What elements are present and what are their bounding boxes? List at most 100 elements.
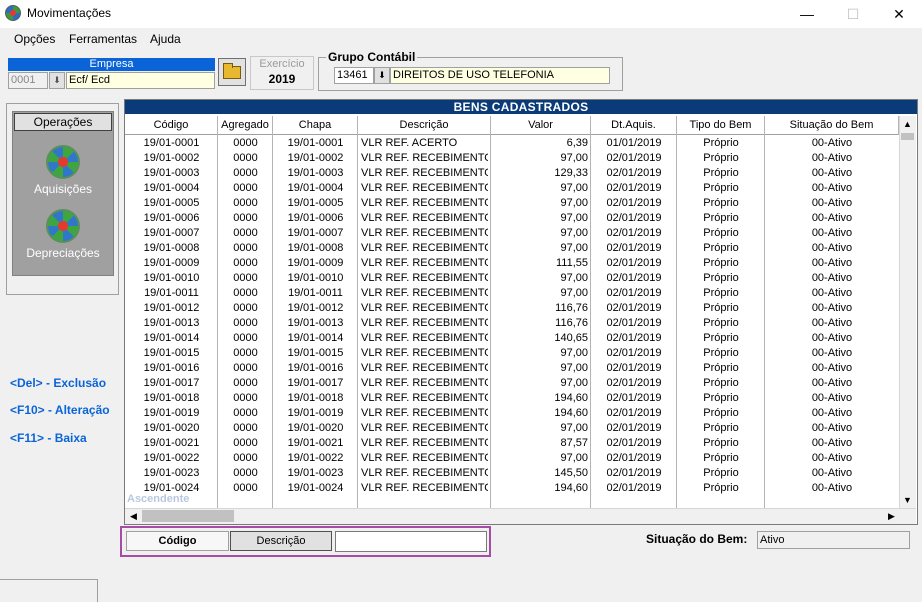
- cell-agregado[interactable]: 0000: [221, 301, 270, 316]
- cell-agregado[interactable]: 0000: [221, 211, 270, 226]
- cell-descricao[interactable]: VLR REF. RECEBIMENTO: [361, 346, 488, 361]
- cell-tipo-bem[interactable]: Próprio: [680, 331, 762, 346]
- cell-dt-aquis[interactable]: 02/01/2019: [594, 451, 674, 466]
- scroll-up-icon[interactable]: ▲: [900, 117, 915, 132]
- cell-chapa[interactable]: 19/01-0001: [276, 136, 355, 151]
- cell-descricao[interactable]: VLR REF. RECEBIMENTO: [361, 391, 488, 406]
- cell-agregado[interactable]: 0000: [221, 136, 270, 151]
- cell-chapa[interactable]: 19/01-0012: [276, 301, 355, 316]
- cell-agregado[interactable]: 0000: [221, 256, 270, 271]
- cell-agregado[interactable]: 0000: [221, 286, 270, 301]
- empresa-name-field[interactable]: Ecf/ Ecd: [66, 72, 215, 89]
- cell-agregado[interactable]: 0000: [221, 361, 270, 376]
- cell-situacao-bem[interactable]: 00-Ativo: [768, 466, 896, 481]
- cell-agregado[interactable]: 0000: [221, 166, 270, 181]
- cell-situacao-bem[interactable]: 00-Ativo: [768, 136, 896, 151]
- cell-codigo[interactable]: 19/01-0016: [128, 361, 215, 376]
- cell-chapa[interactable]: 19/01-0013: [276, 316, 355, 331]
- cell-codigo[interactable]: 19/01-0023: [128, 466, 215, 481]
- cell-dt-aquis[interactable]: 02/01/2019: [594, 391, 674, 406]
- cell-valor[interactable]: 97,00: [494, 181, 588, 196]
- cell-chapa[interactable]: 19/01-0009: [276, 256, 355, 271]
- cell-dt-aquis[interactable]: 02/01/2019: [594, 481, 674, 494]
- cell-codigo[interactable]: 19/01-0002: [128, 151, 215, 166]
- cell-valor[interactable]: 97,00: [494, 151, 588, 166]
- cell-dt-aquis[interactable]: 02/01/2019: [594, 436, 674, 451]
- cell-chapa[interactable]: 19/01-0010: [276, 271, 355, 286]
- cell-valor[interactable]: 97,00: [494, 271, 588, 286]
- cell-chapa[interactable]: 19/01-0023: [276, 466, 355, 481]
- cell-chapa[interactable]: 19/01-0022: [276, 451, 355, 466]
- empresa-lookup-button[interactable]: ⬇: [49, 72, 65, 89]
- cell-descricao[interactable]: VLR REF. RECEBIMENTO: [361, 481, 488, 494]
- cell-descricao[interactable]: VLR REF. RECEBIMENTO: [361, 226, 488, 241]
- cell-situacao-bem[interactable]: 00-Ativo: [768, 166, 896, 181]
- cell-descricao[interactable]: VLR REF. RECEBIMENTO: [361, 466, 488, 481]
- cell-chapa[interactable]: 19/01-0015: [276, 346, 355, 361]
- cell-valor[interactable]: 97,00: [494, 376, 588, 391]
- cell-tipo-bem[interactable]: Próprio: [680, 316, 762, 331]
- cell-agregado[interactable]: 0000: [221, 391, 270, 406]
- cell-codigo[interactable]: 19/01-0012: [128, 301, 215, 316]
- column-header-codigo[interactable]: Código: [125, 116, 218, 135]
- cell-codigo[interactable]: 19/01-0007: [128, 226, 215, 241]
- cell-tipo-bem[interactable]: Próprio: [680, 481, 762, 494]
- cell-descricao[interactable]: VLR REF. ACERTO: [361, 136, 488, 151]
- cell-valor[interactable]: 6,39: [494, 136, 588, 151]
- cell-agregado[interactable]: 0000: [221, 241, 270, 256]
- cell-tipo-bem[interactable]: Próprio: [680, 196, 762, 211]
- cell-situacao-bem[interactable]: 00-Ativo: [768, 226, 896, 241]
- minimize-button[interactable]: —: [784, 0, 830, 28]
- cell-chapa[interactable]: 19/01-0003: [276, 166, 355, 181]
- cell-situacao-bem[interactable]: 00-Ativo: [768, 286, 896, 301]
- cell-codigo[interactable]: 19/01-0010: [128, 271, 215, 286]
- cell-descricao[interactable]: VLR REF. RECEBIMENTO: [361, 196, 488, 211]
- cell-tipo-bem[interactable]: Próprio: [680, 226, 762, 241]
- cell-agregado[interactable]: 0000: [221, 181, 270, 196]
- search-by-codigo-button[interactable]: Código: [126, 531, 229, 551]
- cell-agregado[interactable]: 0000: [221, 346, 270, 361]
- cell-codigo[interactable]: 19/01-0008: [128, 241, 215, 256]
- cell-descricao[interactable]: VLR REF. RECEBIMENTO: [361, 331, 488, 346]
- cell-codigo[interactable]: 19/01-0020: [128, 421, 215, 436]
- cell-dt-aquis[interactable]: 02/01/2019: [594, 166, 674, 181]
- cell-codigo[interactable]: 19/01-0017: [128, 376, 215, 391]
- cell-tipo-bem[interactable]: Próprio: [680, 406, 762, 421]
- cell-dt-aquis[interactable]: 02/01/2019: [594, 211, 674, 226]
- cell-tipo-bem[interactable]: Próprio: [680, 301, 762, 316]
- cell-tipo-bem[interactable]: Próprio: [680, 136, 762, 151]
- cell-situacao-bem[interactable]: 00-Ativo: [768, 301, 896, 316]
- column-header-descricao[interactable]: Descrição: [358, 116, 491, 135]
- cell-chapa[interactable]: 19/01-0004: [276, 181, 355, 196]
- cell-chapa[interactable]: 19/01-0011: [276, 286, 355, 301]
- column-header-chapa[interactable]: Chapa: [273, 116, 358, 135]
- vertical-scroll-thumb[interactable]: [901, 133, 914, 140]
- cell-situacao-bem[interactable]: 00-Ativo: [768, 181, 896, 196]
- cell-valor[interactable]: 97,00: [494, 286, 588, 301]
- cell-dt-aquis[interactable]: 02/01/2019: [594, 181, 674, 196]
- cell-dt-aquis[interactable]: 02/01/2019: [594, 226, 674, 241]
- cell-chapa[interactable]: 19/01-0016: [276, 361, 355, 376]
- cell-valor[interactable]: 145,50: [494, 466, 588, 481]
- depreciacoes-icon[interactable]: [46, 209, 80, 243]
- cell-valor[interactable]: 111,55: [494, 256, 588, 271]
- cell-valor[interactable]: 194,60: [494, 406, 588, 421]
- grupo-lookup-button[interactable]: ⬇: [374, 67, 390, 84]
- cell-codigo[interactable]: 19/01-0021: [128, 436, 215, 451]
- cell-descricao[interactable]: VLR REF. RECEBIMENTO: [361, 361, 488, 376]
- menu-opcoes[interactable]: Opções: [14, 32, 55, 46]
- cell-codigo[interactable]: 19/01-0001: [128, 136, 215, 151]
- cell-tipo-bem[interactable]: Próprio: [680, 451, 762, 466]
- cell-codigo[interactable]: 19/01-0018: [128, 391, 215, 406]
- operacoes-button[interactable]: Operações: [14, 113, 112, 131]
- cell-tipo-bem[interactable]: Próprio: [680, 286, 762, 301]
- cell-dt-aquis[interactable]: 02/01/2019: [594, 346, 674, 361]
- cell-chapa[interactable]: 19/01-0005: [276, 196, 355, 211]
- cell-situacao-bem[interactable]: 00-Ativo: [768, 196, 896, 211]
- cell-agregado[interactable]: 0000: [221, 226, 270, 241]
- cell-agregado[interactable]: 0000: [221, 451, 270, 466]
- cell-situacao-bem[interactable]: 00-Ativo: [768, 331, 896, 346]
- scroll-right-icon[interactable]: ▶: [884, 509, 899, 523]
- cell-codigo[interactable]: 19/01-0022: [128, 451, 215, 466]
- cell-agregado[interactable]: 0000: [221, 196, 270, 211]
